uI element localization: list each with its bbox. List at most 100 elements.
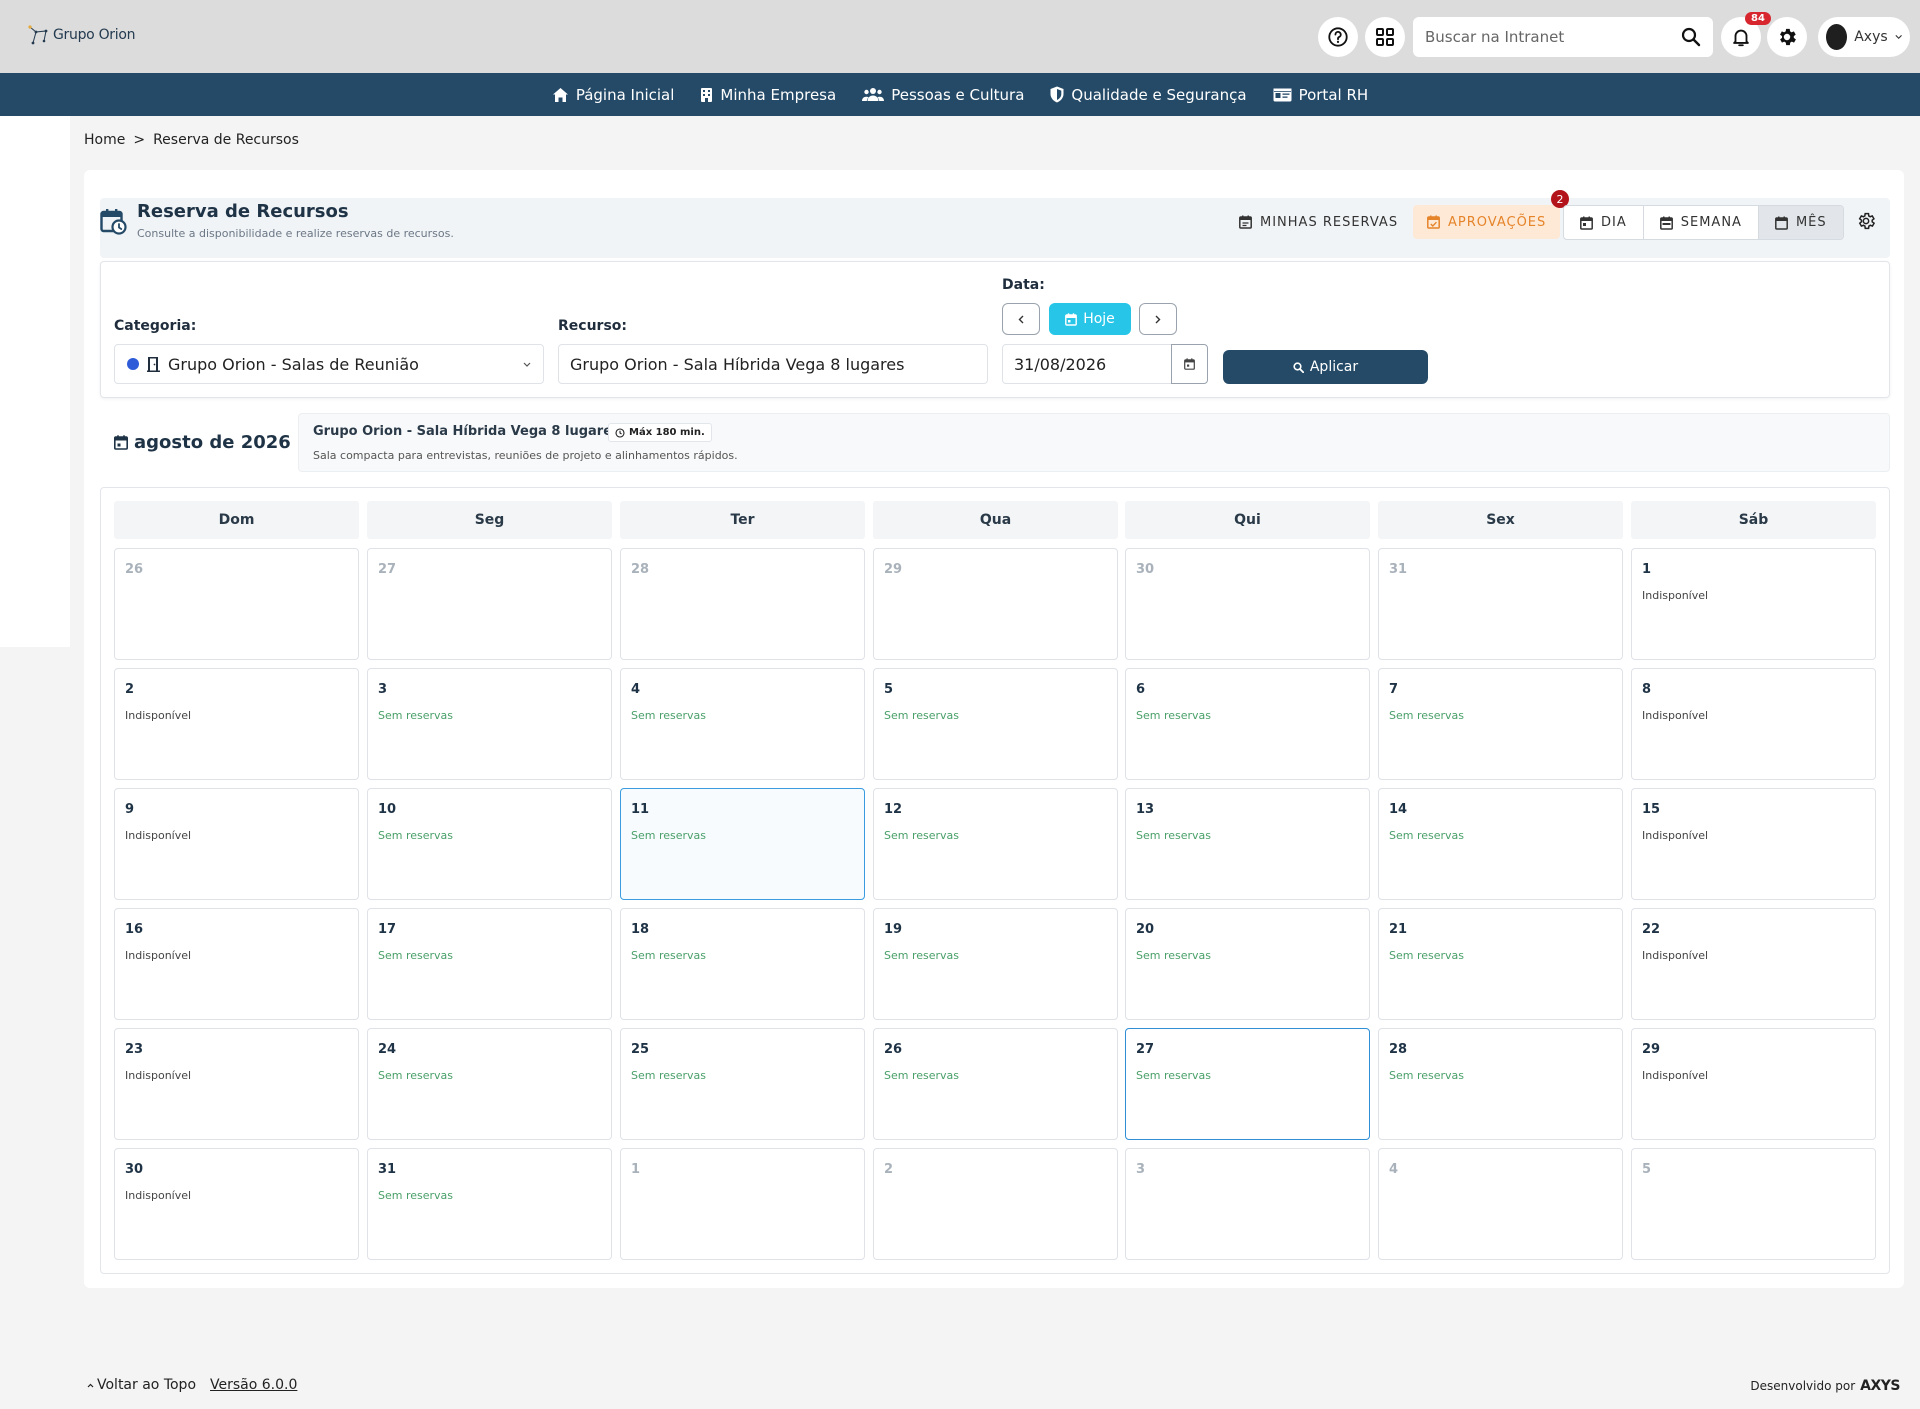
- chevron-left-icon: [1018, 315, 1024, 323]
- calendar-day-cell[interactable]: 29 Indisponível: [1631, 1028, 1876, 1140]
- calendar-day-cell: 4: [1378, 1148, 1623, 1260]
- date-input[interactable]: 31/08/2026: [1002, 344, 1172, 384]
- apply-button[interactable]: Aplicar: [1223, 350, 1428, 384]
- date-picker-button[interactable]: [1171, 344, 1208, 384]
- day-number: 15: [1642, 802, 1661, 817]
- weekday-header: Qua: [873, 501, 1118, 539]
- calendar-day-cell[interactable]: 30 Indisponível: [114, 1148, 359, 1260]
- nav-item-hr[interactable]: Portal RH: [1273, 86, 1368, 104]
- calendar-day-cell[interactable]: 23 Indisponível: [114, 1028, 359, 1140]
- view-month-button[interactable]: MÊS: [1758, 206, 1843, 239]
- day-number: 29: [1642, 1042, 1661, 1057]
- calendar-day-cell[interactable]: 10 Sem reservas: [367, 788, 612, 900]
- calendar-day-cell[interactable]: 24 Sem reservas: [367, 1028, 612, 1140]
- calendar-day-cell[interactable]: 26 Sem reservas: [873, 1028, 1118, 1140]
- nav-item-company[interactable]: Minha Empresa: [700, 86, 836, 104]
- calendar-day-cell[interactable]: 7 Sem reservas: [1378, 668, 1623, 780]
- calendar-day-cell[interactable]: 9 Indisponível: [114, 788, 359, 900]
- version-link[interactable]: Versão 6.0.0: [210, 1377, 297, 1393]
- calendar-settings-icon[interactable]: [1856, 211, 1876, 231]
- company-logo[interactable]: Grupo Orion: [28, 24, 135, 46]
- day-number: 20: [1136, 922, 1155, 937]
- calendar-day-cell[interactable]: 20 Sem reservas: [1125, 908, 1370, 1020]
- day-number: 11: [631, 802, 650, 817]
- calendar-day-cell[interactable]: 8 Indisponível: [1631, 668, 1876, 780]
- day-status: Sem reservas: [1136, 829, 1212, 842]
- calendar-day-cell[interactable]: 21 Sem reservas: [1378, 908, 1623, 1020]
- calendar-day-cell[interactable]: 17 Sem reservas: [367, 908, 612, 1020]
- calendar-day-cell[interactable]: 27 Sem reservas: [1125, 1028, 1370, 1140]
- calendar-day-cell[interactable]: 28 Sem reservas: [1378, 1028, 1623, 1140]
- breadcrumb-current: Reserva de Recursos: [153, 132, 299, 148]
- calendar-day-cell: 30: [1125, 548, 1370, 660]
- calendar-day-cell[interactable]: 2 Indisponível: [114, 668, 359, 780]
- calendar-day-cell[interactable]: 31 Sem reservas: [367, 1148, 612, 1260]
- nav-item-quality[interactable]: Qualidade e Segurança: [1050, 86, 1247, 104]
- day-number: 5: [884, 682, 894, 697]
- main-nav: Página Inicial Minha Empresa Pessoas e C…: [0, 73, 1920, 116]
- calendar-day-cell[interactable]: 18 Sem reservas: [620, 908, 865, 1020]
- calendar-list-icon: [1239, 215, 1252, 229]
- apps-button[interactable]: [1365, 17, 1405, 57]
- search-icon[interactable]: [1681, 27, 1701, 47]
- day-status: Indisponível: [125, 1189, 192, 1202]
- calendar-day-cell[interactable]: 1 Indisponível: [1631, 548, 1876, 660]
- calendar-day-cell[interactable]: 14 Sem reservas: [1378, 788, 1623, 900]
- calendar-day-cell[interactable]: 22 Indisponível: [1631, 908, 1876, 1020]
- calendar-day-cell[interactable]: 11 Sem reservas: [620, 788, 865, 900]
- day-number: 8: [1642, 682, 1652, 697]
- calendar-day-cell[interactable]: 19 Sem reservas: [873, 908, 1118, 1020]
- calendar-day-cell[interactable]: 3 Sem reservas: [367, 668, 612, 780]
- next-date-button[interactable]: [1139, 303, 1177, 335]
- weekday-header: Seg: [367, 501, 612, 539]
- view-day-button[interactable]: DIA: [1564, 206, 1644, 239]
- current-month-label: agosto de 2026: [114, 432, 291, 453]
- nav-item-home[interactable]: Página Inicial: [552, 86, 674, 104]
- settings-button[interactable]: [1767, 17, 1807, 57]
- calendar-day-cell[interactable]: 16 Indisponível: [114, 908, 359, 1020]
- category-select[interactable]: Grupo Orion - Salas de Reunião: [114, 344, 544, 384]
- people-icon: [862, 88, 885, 101]
- clock-icon: [615, 427, 625, 438]
- calendar-day-cell: 1: [620, 1148, 865, 1260]
- resource-field[interactable]: Grupo Orion - Sala Híbrida Vega 8 lugare…: [558, 344, 988, 384]
- category-color-dot: [127, 358, 139, 370]
- day-number: 27: [1136, 1042, 1155, 1057]
- nav-item-people[interactable]: Pessoas e Cultura: [862, 86, 1024, 104]
- today-button[interactable]: Hoje: [1049, 303, 1131, 335]
- my-reservations-button[interactable]: MINHAS RESERVAS: [1225, 205, 1412, 239]
- day-number: 12: [884, 802, 903, 817]
- intranet-search[interactable]: [1413, 17, 1713, 57]
- calendar-today-icon: [1065, 312, 1078, 326]
- day-number: 18: [631, 922, 650, 937]
- max-duration-badge: Máx 180 min.: [608, 423, 712, 442]
- help-button[interactable]: [1318, 17, 1358, 57]
- prev-date-button[interactable]: [1002, 303, 1040, 335]
- breadcrumb-separator: >: [133, 132, 146, 148]
- view-month-label: MÊS: [1795, 215, 1827, 230]
- calendar-day-cell[interactable]: 6 Sem reservas: [1125, 668, 1370, 780]
- calendar-day-cell[interactable]: 25 Sem reservas: [620, 1028, 865, 1140]
- user-menu[interactable]: Axys: [1818, 17, 1910, 57]
- calendar-day-cell: 29: [873, 548, 1118, 660]
- axys-brand[interactable]: AXYS: [1860, 1378, 1900, 1394]
- back-to-top-label: Voltar ao Topo: [97, 1377, 197, 1393]
- day-status: Sem reservas: [884, 1069, 960, 1082]
- back-to-top-link[interactable]: Voltar ao Topo: [87, 1377, 196, 1393]
- calendar-day-cell[interactable]: 4 Sem reservas: [620, 668, 865, 780]
- search-input[interactable]: [1425, 28, 1681, 46]
- shield-icon: [1050, 86, 1064, 103]
- view-week-button[interactable]: SEMANA: [1644, 206, 1759, 239]
- day-number: 1: [1642, 562, 1652, 577]
- calendar-day-cell[interactable]: 5 Sem reservas: [873, 668, 1118, 780]
- my-reservations-label: MINHAS RESERVAS: [1260, 214, 1399, 230]
- approvals-button[interactable]: APROVAÇÕES: [1413, 205, 1561, 239]
- day-number: 22: [1642, 922, 1661, 937]
- calendar-day-cell[interactable]: 15 Indisponível: [1631, 788, 1876, 900]
- calendar-day-cell: 26: [114, 548, 359, 660]
- calendar-day-cell[interactable]: 12 Sem reservas: [873, 788, 1118, 900]
- day-status: Indisponível: [125, 1069, 192, 1082]
- date-label: Data:: [1002, 277, 1045, 293]
- calendar-day-cell[interactable]: 13 Sem reservas: [1125, 788, 1370, 900]
- breadcrumb-home[interactable]: Home: [84, 132, 125, 148]
